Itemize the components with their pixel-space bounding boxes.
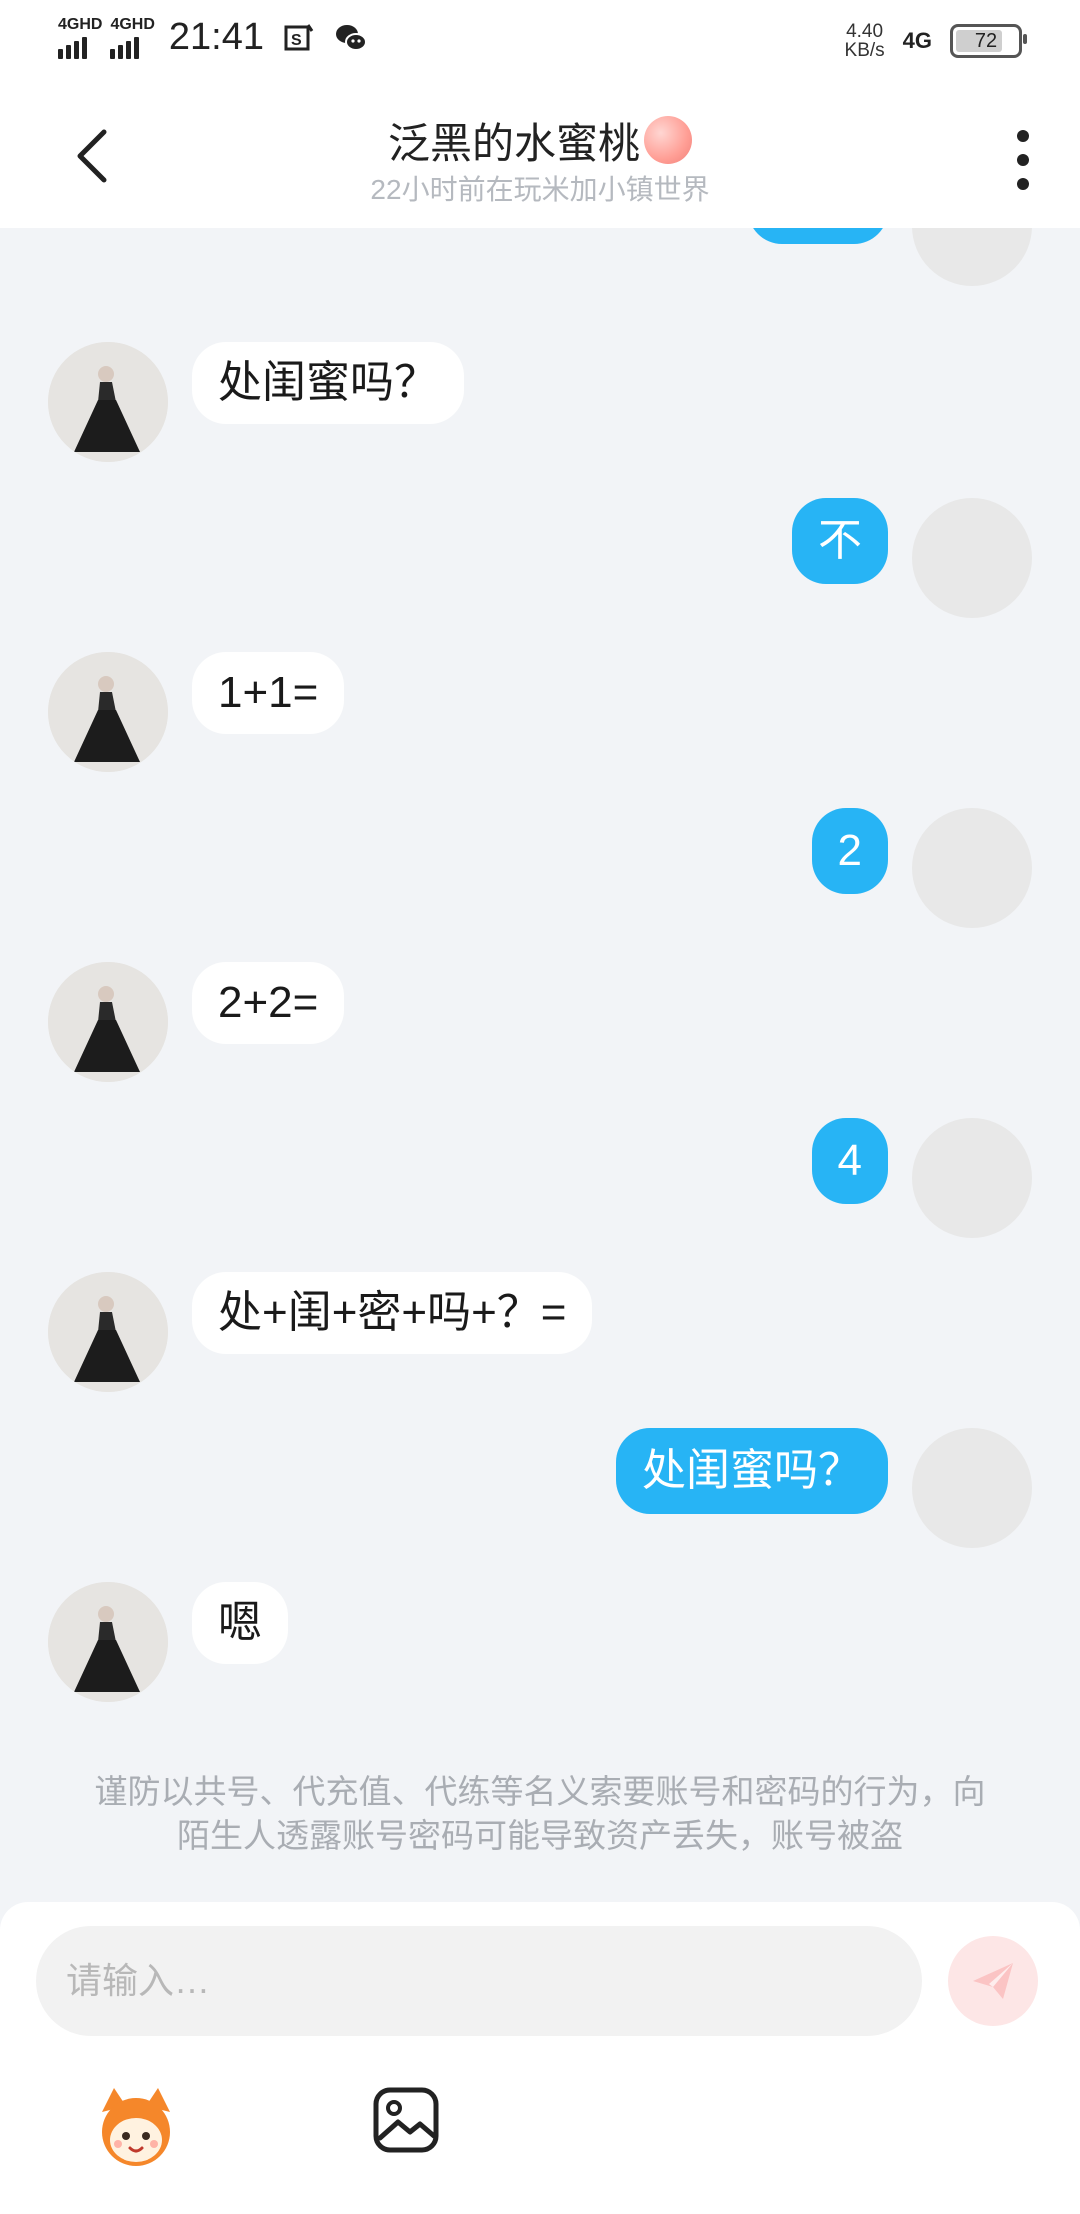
message-row: 处闺蜜吗？ xyxy=(0,1428,1080,1558)
message-row: 处闺蜜吗？ xyxy=(0,342,1080,472)
message-row: 吃饭 xyxy=(0,228,1080,296)
input-bar xyxy=(0,1902,1080,2214)
avatar-figure-icon xyxy=(48,342,168,462)
my-avatar[interactable] xyxy=(912,228,1032,286)
message-row: 2 xyxy=(0,808,1080,938)
status-bar: 4GHD 4GHD 21:41 S 4.40 KB/s 4G 72 xyxy=(0,0,1080,86)
message-input[interactable] xyxy=(36,1926,922,2036)
contact-name: 泛黑的水蜜桃 xyxy=(387,120,640,167)
contact-avatar[interactable] xyxy=(48,342,168,462)
image-icon[interactable] xyxy=(372,2086,440,2154)
screenshot-icon: S xyxy=(284,23,314,50)
peach-emoji-icon xyxy=(644,116,692,164)
battery-level: 72 xyxy=(974,29,998,52)
outgoing-bubble[interactable]: 不 xyxy=(792,498,888,584)
message-row: 4 xyxy=(0,1118,1080,1248)
my-avatar[interactable] xyxy=(912,1118,1032,1238)
network-speed: 4.40 KB/s xyxy=(845,22,885,60)
send-button[interactable] xyxy=(948,1936,1038,2026)
my-avatar[interactable] xyxy=(912,1428,1032,1548)
svg-text:S: S xyxy=(291,32,302,49)
chat-header: 泛黑的水蜜桃 22小时前在玩米加小镇世界 xyxy=(0,86,1080,228)
outgoing-bubble[interactable]: 4 xyxy=(811,1118,888,1204)
avatar-figure-icon xyxy=(48,962,168,1082)
signal-label-2: 4GHD xyxy=(110,15,155,33)
contact-avatar[interactable] xyxy=(48,1272,168,1392)
outgoing-bubble[interactable]: 吃饭 xyxy=(748,228,888,244)
message-row: 不 xyxy=(0,498,1080,628)
signal-label-1: 4GHD xyxy=(58,15,103,33)
battery-icon: 72 xyxy=(950,24,1027,58)
incoming-bubble[interactable]: 1+1= xyxy=(192,652,345,734)
wechat-icon xyxy=(336,24,367,51)
my-avatar[interactable] xyxy=(912,498,1032,618)
signal-indicator-2: 4GHD xyxy=(110,15,155,59)
security-notice: 谨防以共号、代充值、代练等名义索要账号和密码的行为，向陌生人透露账号密码可能导致… xyxy=(94,1773,986,1854)
message-row: 1+1= xyxy=(0,652,1080,782)
message-list[interactable]: 吃饭 处闺蜜吗？ 不 1+1= 2 2+2= 4 xyxy=(0,228,1080,1900)
message-row: 嗯 xyxy=(0,1582,1080,1712)
outgoing-bubble[interactable]: 处闺蜜吗？ xyxy=(616,1428,888,1514)
clock: 21:41 xyxy=(168,16,264,58)
contact-avatar[interactable] xyxy=(48,962,168,1082)
outgoing-bubble[interactable]: 2 xyxy=(811,808,888,894)
chat-title: 泛黑的水蜜桃 xyxy=(0,110,1080,171)
incoming-bubble[interactable]: 处闺蜜吗？ xyxy=(192,342,464,424)
speed-unit: KB/s xyxy=(844,40,885,61)
avatar-figure-icon xyxy=(48,1272,168,1392)
incoming-bubble[interactable]: 嗯 xyxy=(192,1582,288,1664)
message-row: 2+2= xyxy=(0,962,1080,1092)
avatar-figure-icon xyxy=(48,652,168,772)
speed-value: 4.40 xyxy=(846,21,884,42)
more-vertical-icon[interactable] xyxy=(1016,130,1030,190)
contact-avatar[interactable] xyxy=(48,1582,168,1702)
signal-indicator-1: 4GHD xyxy=(58,15,103,59)
emoji-mascot-icon[interactable] xyxy=(92,2082,180,2170)
incoming-bubble[interactable]: 处+闺+密+吗+？= xyxy=(192,1272,593,1354)
network-type: 4G xyxy=(902,28,932,53)
avatar-figure-icon xyxy=(48,1582,168,1702)
my-avatar[interactable] xyxy=(912,808,1032,928)
contact-status: 22小时前在玩米加小镇世界 xyxy=(370,174,710,205)
signal-bars-icon xyxy=(110,33,140,59)
incoming-bubble[interactable]: 2+2= xyxy=(192,962,345,1044)
contact-avatar[interactable] xyxy=(48,652,168,772)
send-icon xyxy=(973,1963,1013,1999)
signal-bars-icon xyxy=(58,33,87,59)
message-row: 处+闺+密+吗+？= xyxy=(0,1272,1080,1402)
